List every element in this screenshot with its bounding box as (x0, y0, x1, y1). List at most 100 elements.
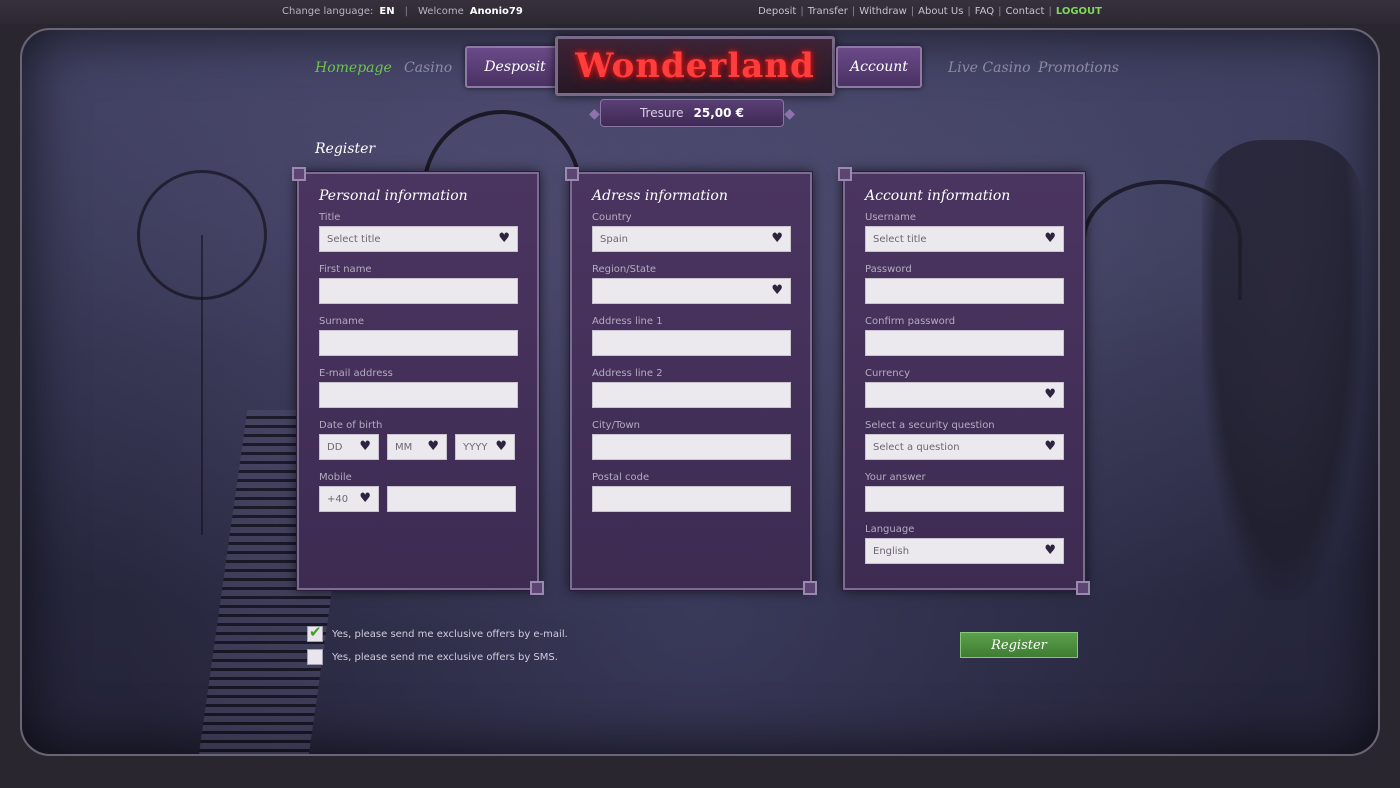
language-select[interactable]: English ♥ (865, 538, 1064, 564)
dob-year-select[interactable]: YYYY ♥ (455, 434, 515, 460)
heart-chevron-icon: ♥ (1044, 387, 1056, 402)
language-selector[interactable]: EN (379, 6, 394, 17)
heart-chevron-icon: ♥ (1044, 439, 1056, 454)
treasure-balance: ◆ Tresure 25,00 € ◆ (589, 99, 795, 127)
character-silhouette (1202, 140, 1362, 600)
dob-year-placeholder: YYYY (463, 441, 488, 453)
security-question-placeholder: Select a question (873, 441, 960, 453)
address-line2-label: Address line 2 (592, 368, 663, 379)
heart-chevron-icon: ♥ (495, 439, 507, 454)
nav-casino[interactable]: Casino (404, 60, 452, 76)
password-label: Password (865, 264, 912, 275)
answer-label: Your answer (865, 472, 926, 483)
top-link-withdraw[interactable]: Withdraw (859, 6, 906, 17)
sms-offers-option[interactable]: Yes, please send me exclusive offers by … (307, 649, 558, 665)
surname-input[interactable] (319, 330, 518, 356)
heart-chevron-icon: ♥ (1044, 543, 1056, 558)
heart-chevron-icon: ♥ (771, 231, 783, 246)
heart-chevron-icon: ♥ (427, 439, 439, 454)
heart-chevron-icon: ♥ (1044, 231, 1056, 246)
country-select[interactable]: Spain ♥ (592, 226, 791, 252)
top-bar-links: Deposit | Transfer | Withdraw | About Us | F… (758, 6, 1102, 17)
dob-month-select[interactable]: MM ♥ (387, 434, 447, 460)
password-input[interactable] (865, 278, 1064, 304)
dob-month-placeholder: MM (395, 441, 413, 453)
heart-chevron-icon: ♥ (359, 439, 371, 454)
top-link-contact[interactable]: Contact (1006, 6, 1045, 17)
treasure-value: 25,00 € (693, 106, 744, 120)
mobile-label: Mobile (319, 472, 352, 483)
mobile-number-input[interactable] (387, 486, 516, 512)
language-value: English (873, 545, 910, 557)
register-button[interactable]: Register (960, 632, 1078, 658)
nav-homepage[interactable]: Homepage (315, 60, 392, 76)
panel-heading: Personal information (319, 188, 468, 204)
title-label: Title (319, 212, 341, 223)
username-label: Username (865, 212, 916, 223)
account-information-panel: Account information Username Select titl… (838, 167, 1090, 595)
treasure-label: Tresure (639, 106, 684, 120)
country-label: Country (592, 212, 632, 223)
email-input[interactable] (319, 382, 518, 408)
security-question-label: Select a security question (865, 420, 995, 431)
sms-offers-label: Yes, please send me exclusive offers by … (332, 651, 558, 663)
top-link-about-us[interactable]: About Us (918, 6, 963, 17)
wonderland-logo[interactable]: Wonderland (555, 36, 835, 96)
region-select[interactable]: ♥ (592, 278, 791, 304)
confirm-password-label: Confirm password (865, 316, 956, 327)
top-bar: Change language: EN | Welcome Anonio79 D… (0, 0, 1400, 24)
currency-select[interactable]: ♥ (865, 382, 1064, 408)
panel-heading: Adress information (592, 188, 728, 204)
logout-link[interactable]: LOGOUT (1056, 6, 1102, 17)
title-select[interactable]: Select title ♥ (319, 226, 518, 252)
first-name-input[interactable] (319, 278, 518, 304)
top-link-deposit[interactable]: Deposit (758, 6, 796, 17)
country-value: Spain (600, 233, 628, 245)
ornament-left-icon: ◆ (589, 106, 600, 122)
confirm-password-input[interactable] (865, 330, 1064, 356)
nav-deposit-button[interactable]: Desposit (465, 46, 565, 88)
logo-text: Wonderland (575, 46, 815, 86)
answer-input[interactable] (865, 486, 1064, 512)
mobile-prefix-value: +40 (327, 493, 349, 505)
separator: | (404, 6, 408, 17)
heart-chevron-icon: ♥ (359, 491, 371, 506)
top-bar-left: Change language: EN | Welcome Anonio79 (282, 6, 523, 17)
city-label: City/Town (592, 420, 641, 431)
city-input[interactable] (592, 434, 791, 460)
security-question-select[interactable]: Select a question ♥ (865, 434, 1064, 460)
email-label: E-mail address (319, 368, 393, 379)
currency-label: Currency (865, 368, 911, 379)
page-title: Register (315, 141, 376, 157)
top-link-transfer[interactable]: Transfer (808, 6, 848, 17)
heart-chevron-icon: ♥ (498, 231, 510, 246)
email-offers-option[interactable]: Yes, please send me exclusive offers by … (307, 623, 568, 642)
dob-day-placeholder: DD (327, 441, 343, 453)
address-line2-input[interactable] (592, 382, 791, 408)
language-label: Language (865, 524, 915, 535)
email-offers-checkbox[interactable] (307, 623, 323, 642)
nav-live-casino[interactable]: Live Casino (948, 60, 1031, 76)
top-link-faq[interactable]: FAQ (975, 6, 994, 17)
mobile-prefix-select[interactable]: +40 ♥ (319, 486, 379, 512)
username-select[interactable]: Select title ♥ (865, 226, 1064, 252)
heart-chevron-icon: ♥ (771, 283, 783, 298)
address-information-panel: Adress information Country Spain ♥ Regio… (565, 167, 817, 595)
region-label: Region/State (592, 264, 657, 275)
nav-promotions[interactable]: Promotions (1038, 60, 1119, 76)
welcome-label: Welcome (417, 6, 464, 17)
postal-code-label: Postal code (592, 472, 650, 483)
ferris-wheel-decoration (137, 170, 267, 300)
nav-account-button[interactable]: Account (836, 46, 922, 88)
change-language-label: Change language: (282, 6, 374, 17)
dob-label: Date of birth (319, 420, 383, 431)
email-offers-label: Yes, please send me exclusive offers by … (332, 628, 568, 640)
personal-information-panel: Personal information Title Select title … (292, 167, 544, 595)
dob-day-select[interactable]: DD ♥ (319, 434, 379, 460)
username-placeholder: Select title (873, 233, 927, 245)
address-line1-input[interactable] (592, 330, 791, 356)
surname-label: Surname (319, 316, 364, 327)
postal-code-input[interactable] (592, 486, 791, 512)
sms-offers-checkbox[interactable] (307, 649, 323, 665)
ornament-right-icon: ◆ (784, 106, 795, 122)
